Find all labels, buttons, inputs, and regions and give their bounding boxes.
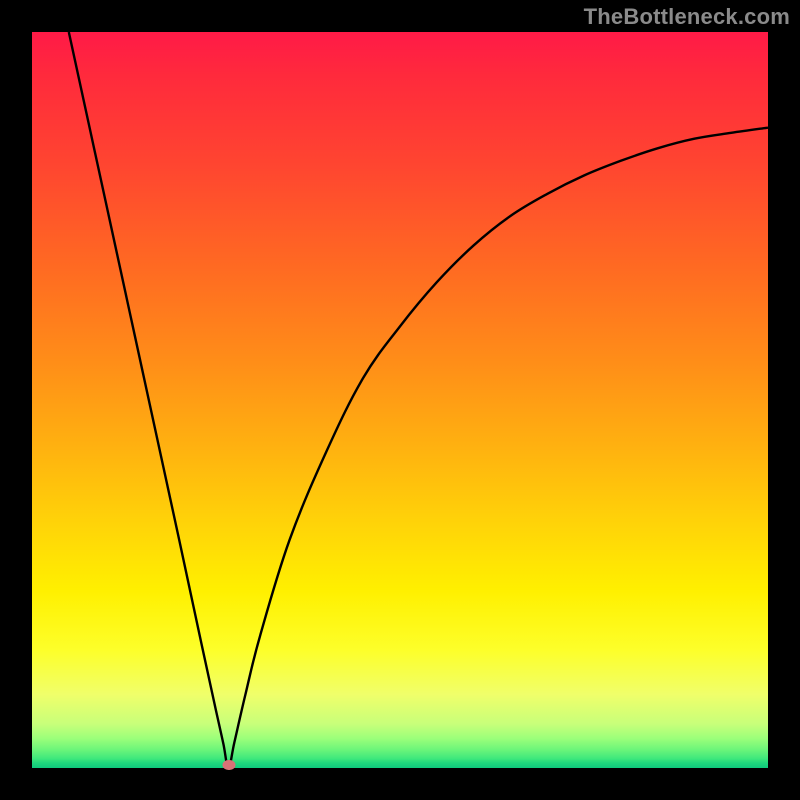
curve-path — [69, 32, 768, 768]
chart-frame: TheBottleneck.com — [0, 0, 800, 800]
bottleneck-curve — [32, 32, 768, 768]
plot-area — [32, 32, 768, 768]
watermark-text: TheBottleneck.com — [584, 4, 790, 30]
minimum-marker — [222, 760, 235, 770]
